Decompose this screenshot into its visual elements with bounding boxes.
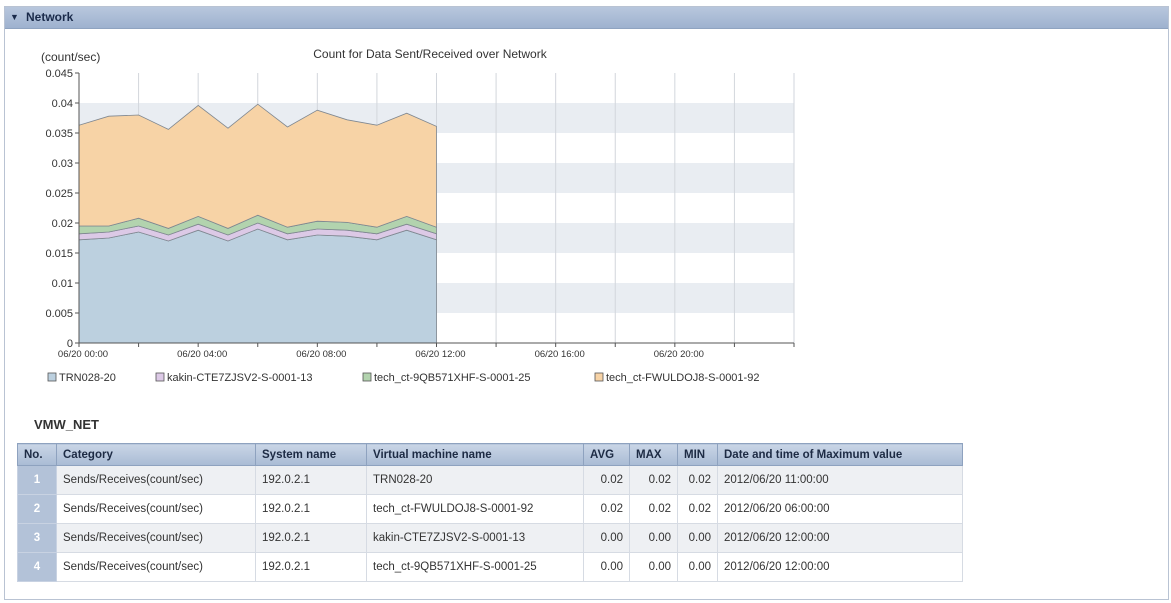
vmw-net-table: No. Category System name Virtual machine… xyxy=(17,443,963,582)
vm-name-cell: tech_ct-FWULDOJ8-S-0001-92 xyxy=(366,494,584,524)
avg-cell: 0.00 xyxy=(583,523,630,553)
x-tick-label: 06/20 12:00 xyxy=(415,349,465,360)
table-row[interactable]: 2 Sends/Receives(count/sec) 192.0.2.1 te… xyxy=(17,494,963,524)
category-cell: Sends/Receives(count/sec) xyxy=(56,552,256,582)
avg-cell: 0.02 xyxy=(583,494,630,524)
system-name-cell: 192.0.2.1 xyxy=(255,494,367,524)
min-cell: 0.00 xyxy=(677,523,718,553)
col-header-system-name[interactable]: System name xyxy=(255,443,367,466)
vm-name-cell: TRN028-20 xyxy=(366,465,584,495)
col-header-category[interactable]: Category xyxy=(56,443,256,466)
table-header-row: No. Category System name Virtual machine… xyxy=(17,443,963,466)
chart-title: Count for Data Sent/Received over Networ… xyxy=(313,47,547,61)
max-cell: 0.00 xyxy=(629,552,678,582)
col-header-avg[interactable]: AVG xyxy=(583,443,630,466)
system-name-cell: 192.0.2.1 xyxy=(255,552,367,582)
max-datetime-cell: 2012/06/20 12:00:00 xyxy=(717,552,963,582)
max-cell: 0.02 xyxy=(629,494,678,524)
col-header-max-datetime[interactable]: Date and time of Maximum value xyxy=(717,443,963,466)
col-header-min[interactable]: MIN xyxy=(677,443,718,466)
vm-name-cell: tech_ct-9QB571XHF-S-0001-25 xyxy=(366,552,584,582)
row-number: 2 xyxy=(17,494,57,524)
row-number: 3 xyxy=(17,523,57,553)
area-series-4 xyxy=(78,103,437,229)
table-row[interactable]: 4 Sends/Receives(count/sec) 192.0.2.1 te… xyxy=(17,552,963,582)
y-tick-label: 0.005 xyxy=(45,308,73,320)
x-tick-label: 06/20 04:00 xyxy=(177,349,227,360)
col-header-vm-name[interactable]: Virtual machine name xyxy=(366,443,584,466)
category-cell: Sends/Receives(count/sec) xyxy=(56,523,256,553)
x-tick-label: 06/20 16:00 xyxy=(535,349,585,360)
legend-label: tech_ct-FWULDOJ8-S-0001-92 xyxy=(606,372,759,384)
y-tick-label: 0.01 xyxy=(52,278,73,290)
table-row[interactable]: 1 Sends/Receives(count/sec) 192.0.2.1 TR… xyxy=(17,465,963,495)
vm-name-cell: kakin-CTE7ZJSV2-S-0001-13 xyxy=(366,523,584,553)
max-datetime-cell: 2012/06/20 11:00:00 xyxy=(717,465,963,495)
network-area-chart: 00.0050.010.0150.020.0250.030.0350.040.0… xyxy=(41,47,795,384)
y-axis-label: (count/sec) xyxy=(41,50,100,64)
row-number: 1 xyxy=(17,465,57,495)
y-tick-label: 0.015 xyxy=(45,248,73,260)
max-datetime-cell: 2012/06/20 06:00:00 xyxy=(717,494,963,524)
legend-label: TRN028-20 xyxy=(59,372,116,384)
legend-label: kakin-CTE7ZJSV2-S-0001-13 xyxy=(167,372,313,384)
network-panel: ▼ Network 0 0.005 0.01 0.015 0.02 0.025 0.03 0.… xyxy=(4,6,1169,600)
y-tick-label: 0.035 xyxy=(45,128,73,140)
y-tick-label: 0.02 xyxy=(52,218,73,230)
max-datetime-cell: 2012/06/20 12:00:00 xyxy=(717,523,963,553)
y-tick-label: 0.03 xyxy=(52,158,73,170)
legend-swatch xyxy=(155,372,165,382)
max-cell: 0.02 xyxy=(629,465,678,495)
system-name-cell: 192.0.2.1 xyxy=(255,523,367,553)
legend-label: tech_ct-9QB571XHF-S-0001-25 xyxy=(374,372,531,384)
y-tick-label: 0.025 xyxy=(45,188,73,200)
avg-cell: 0.02 xyxy=(583,465,630,495)
min-cell: 0.02 xyxy=(677,494,718,524)
avg-cell: 0.00 xyxy=(583,552,630,582)
col-header-max[interactable]: MAX xyxy=(629,443,678,466)
y-tick-label: 0.045 xyxy=(45,68,73,80)
max-cell: 0.00 xyxy=(629,523,678,553)
x-tick-label: 06/20 20:00 xyxy=(654,349,704,360)
system-name-cell: 192.0.2.1 xyxy=(255,465,367,495)
min-cell: 0.02 xyxy=(677,465,718,495)
legend-swatch xyxy=(362,372,372,382)
legend-swatch xyxy=(47,372,57,382)
legend-swatch xyxy=(594,372,604,382)
col-header-no[interactable]: No. xyxy=(17,443,57,466)
table-row[interactable]: 3 Sends/Receives(count/sec) 192.0.2.1 ka… xyxy=(17,523,963,553)
y-tick-label: 0.04 xyxy=(52,98,73,110)
area-series-1 xyxy=(78,228,437,344)
row-number: 4 xyxy=(17,552,57,582)
x-tick-label: 06/20 00:00 xyxy=(58,349,108,360)
category-cell: Sends/Receives(count/sec) xyxy=(56,494,256,524)
x-tick-label: 06/20 08:00 xyxy=(296,349,346,360)
min-cell: 0.00 xyxy=(677,552,718,582)
category-cell: Sends/Receives(count/sec) xyxy=(56,465,256,495)
table-title: VMW_NET xyxy=(34,417,99,432)
